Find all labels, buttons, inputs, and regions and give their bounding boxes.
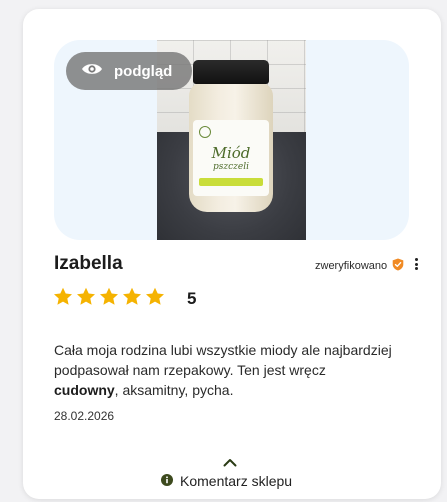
verified-badge: zweryfikowano — [315, 258, 404, 274]
eye-icon — [81, 62, 103, 80]
verified-label: zweryfikowano — [315, 260, 388, 272]
jar-label-subtitle: pszczeli — [213, 162, 249, 172]
chevron-up-icon[interactable] — [223, 454, 237, 472]
preview-label: podgląd — [114, 62, 173, 80]
jar-lid — [193, 60, 269, 84]
shield-check-icon — [392, 258, 404, 274]
author-name: Izabella — [54, 253, 123, 274]
jar-label: Miód pszczeli — [193, 120, 269, 196]
review-text-start: Cała moja rodzina lubi wszystkie miody a… — [54, 342, 392, 378]
star-icon — [123, 287, 141, 305]
star-icon — [100, 287, 118, 305]
review-card: Miód pszczeli podgląd Izabella zweryfiko… — [23, 9, 441, 499]
star-icon — [146, 287, 164, 305]
shop-comment-toggle[interactable]: Komentarz sklepu — [161, 473, 292, 489]
preview-button[interactable]: podgląd — [66, 52, 192, 90]
review-text: Cała moja rodzina lubi wszystkie miody a… — [54, 340, 394, 400]
review-text-highlight: cudowny — [54, 382, 115, 398]
rating-value: 5 — [187, 289, 197, 308]
review-text-end: , aksamitny, pycha. — [114, 382, 234, 398]
review-photo-area: Miód pszczeli podgląd — [54, 40, 409, 240]
star-icon — [77, 287, 95, 305]
shop-comment-label: Komentarz sklepu — [180, 473, 293, 489]
info-icon — [161, 473, 173, 489]
kebab-menu-icon[interactable] — [411, 256, 421, 272]
review-date: 28.02.2026 — [54, 409, 115, 423]
jar-label-stripe — [199, 178, 263, 186]
star-icon — [54, 287, 72, 305]
jar-logo-icon — [199, 126, 211, 138]
star-rating — [53, 287, 165, 306]
jar-label-title: Miód — [211, 144, 251, 162]
